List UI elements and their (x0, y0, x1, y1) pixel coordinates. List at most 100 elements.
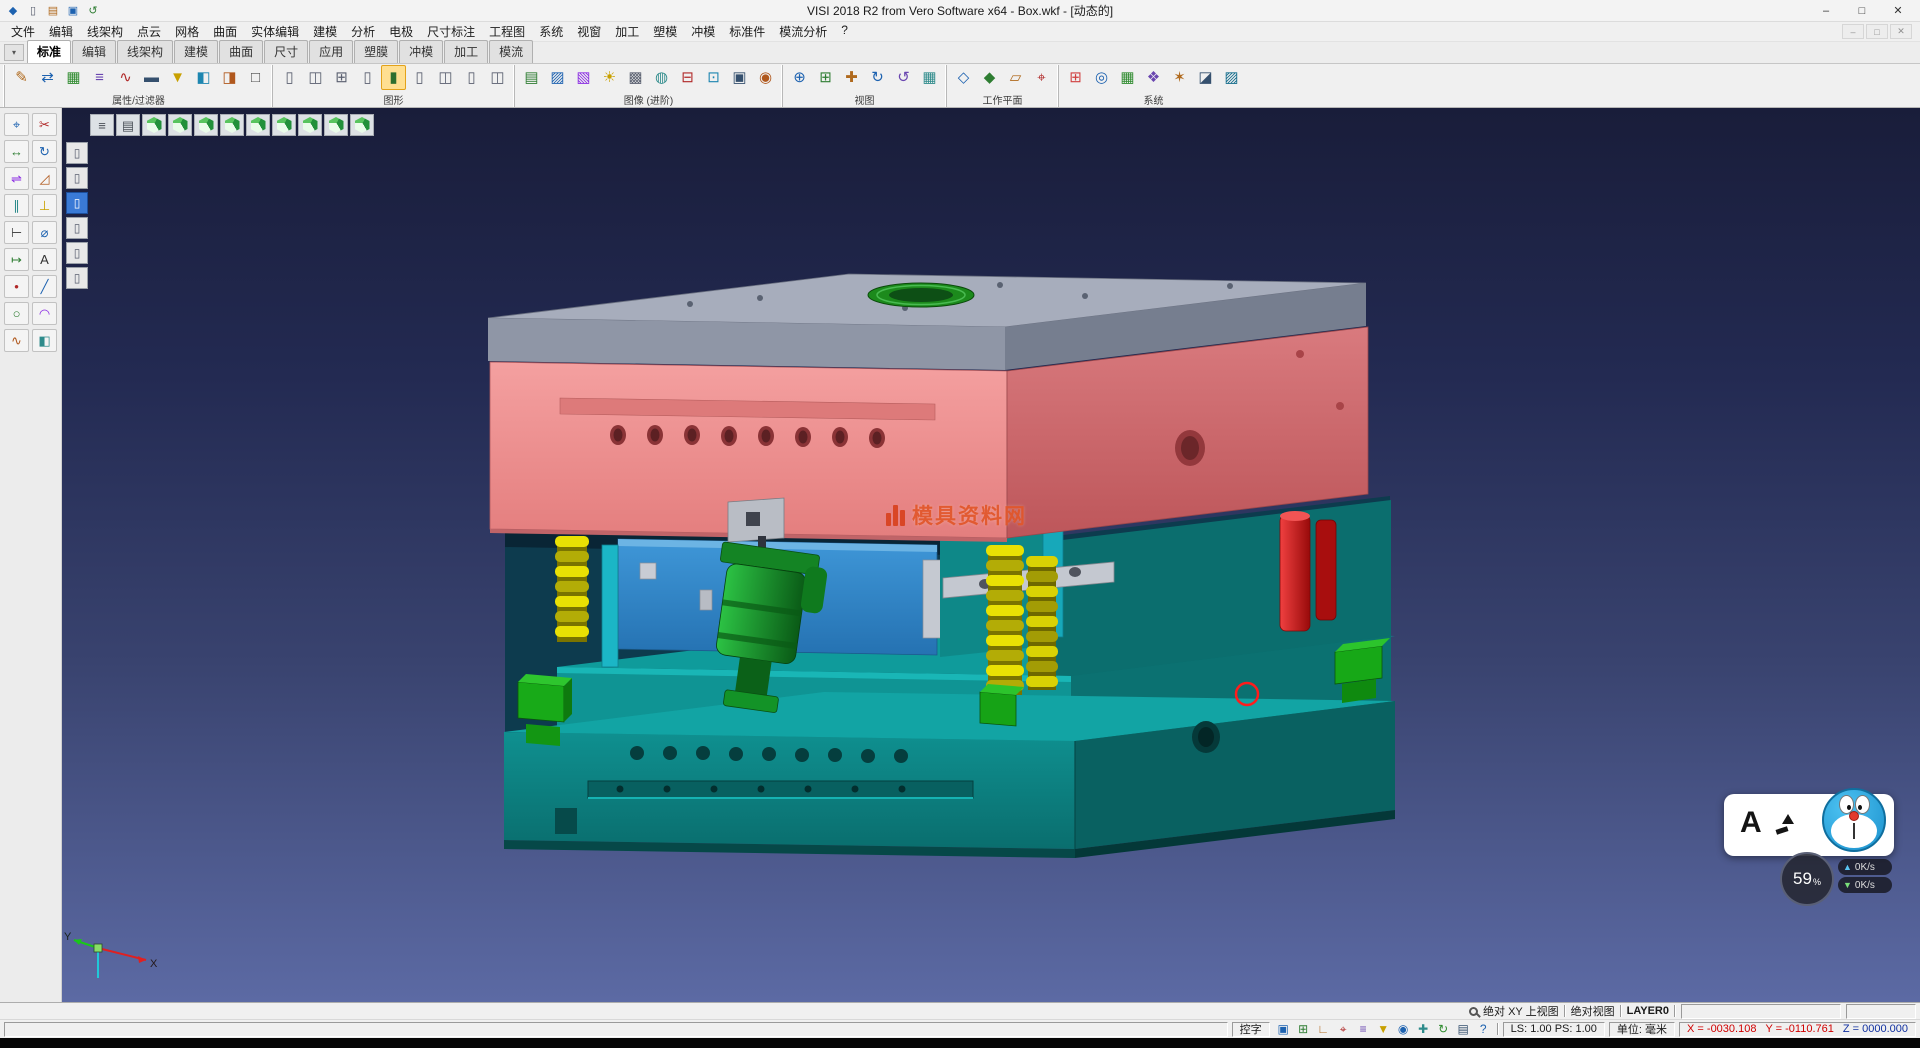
view-right-icon[interactable] (272, 114, 296, 136)
taskbar[interactable] (0, 1038, 1920, 1048)
menu-wireframe[interactable]: 线架构 (80, 21, 130, 42)
tab-wireframe[interactable]: 线架构 (117, 40, 173, 63)
tab-mold[interactable]: 塑膜 (354, 40, 398, 63)
extend-icon[interactable]: ⊢ (4, 221, 29, 244)
snapshot-slot-5-icon[interactable]: ▯ (66, 242, 88, 264)
mirror-icon[interactable]: ⇌ (4, 167, 29, 190)
active-layer-label[interactable]: LAYER0 (1627, 1005, 1669, 1017)
mdi-close-button[interactable]: ✕ (1890, 24, 1912, 39)
line-icon[interactable]: ╱ (32, 275, 57, 298)
single-viewport-icon[interactable]: ▯ (277, 65, 302, 90)
four-viewports-icon[interactable]: ⊞ (329, 65, 354, 90)
save-document-icon[interactable]: ▣ (64, 3, 82, 19)
copy-attributes-icon[interactable]: ⇄ (35, 65, 60, 90)
menu-die[interactable]: 冲模 (684, 21, 722, 42)
curve-icon[interactable]: ∿ (4, 329, 29, 352)
ortho-toggle-icon[interactable]: ∟ (1314, 1021, 1333, 1037)
menu-point-cloud[interactable]: 点云 (130, 21, 168, 42)
snapshot-slot-1-icon[interactable]: ▯ (66, 142, 88, 164)
dimension-icon[interactable]: ↦ (4, 248, 29, 271)
quick-filter-icon[interactable]: ▼ (1374, 1021, 1393, 1037)
profiles-icon[interactable]: ◪ (1193, 65, 1218, 90)
scale-icon[interactable]: ◿ (32, 167, 57, 190)
menu-solid-edit[interactable]: 实体编辑 (244, 21, 306, 42)
previous-view-icon[interactable]: ↺ (891, 65, 916, 90)
arc-icon[interactable]: ◠ (32, 302, 57, 325)
environment-icon[interactable]: ◎ (1089, 65, 1114, 90)
mdi-minimize-button[interactable]: – (1842, 24, 1864, 39)
system-colors-icon[interactable]: ⊞ (1063, 65, 1088, 90)
menu-surface[interactable]: 曲面 (206, 21, 244, 42)
zoom-window-icon[interactable]: ⊞ (813, 65, 838, 90)
view-mode-label[interactable]: 绝对视图 (1571, 1003, 1615, 1019)
zoom-all-icon[interactable]: ⊕ (787, 65, 812, 90)
view-trimetric-icon[interactable] (324, 114, 348, 136)
delete-icon[interactable]: ✂ (32, 113, 57, 136)
workplane-xz-icon[interactable]: ◆ (977, 65, 1002, 90)
transparency-icon[interactable]: ◍ (649, 65, 674, 90)
redraw-icon[interactable]: ▯ (355, 65, 380, 90)
view-front-icon[interactable] (194, 114, 218, 136)
menu-mesh[interactable]: 网格 (168, 21, 206, 42)
menu-file[interactable]: 文件 (4, 21, 42, 42)
two-viewports-icon[interactable]: ◫ (303, 65, 328, 90)
app-logo-icon[interactable]: ◆ (4, 3, 22, 19)
snap-point-icon[interactable]: ⌖ (4, 113, 29, 136)
edge-display-icon[interactable]: ▣ (727, 65, 752, 90)
tab-standard[interactable]: 标准 (27, 40, 71, 63)
minimize-button[interactable]: – (1808, 1, 1844, 21)
grid-settings-icon[interactable]: ▦ (1115, 65, 1140, 90)
view-dynamic-icon[interactable] (350, 114, 374, 136)
plugins-icon[interactable]: ✶ (1167, 65, 1192, 90)
wireframe-mode-icon[interactable]: ▯ (407, 65, 432, 90)
tab-machining[interactable]: 加工 (444, 40, 488, 63)
materials-icon[interactable]: ▧ (571, 65, 596, 90)
rotate-view-icon[interactable]: ↻ (865, 65, 890, 90)
surface-icon[interactable]: ◧ (32, 329, 57, 352)
view-back-icon[interactable] (220, 114, 244, 136)
render-quality-icon[interactable]: ▤ (519, 65, 544, 90)
open-document-icon[interactable]: ▤ (44, 3, 62, 19)
tab-edit[interactable]: 编辑 (72, 40, 116, 63)
texture-icon[interactable]: ▨ (545, 65, 570, 90)
close-button[interactable]: ✕ (1880, 1, 1916, 21)
viewport[interactable]: ≡▤ ▯▯▯▯▯▯ Y X 模具资料网 A (0, 108, 1920, 1002)
tracking-toggle-icon[interactable]: ✚ (1414, 1021, 1433, 1037)
clipping-plane-icon[interactable]: ⊡ (701, 65, 726, 90)
menu-electrode[interactable]: 电极 (382, 21, 420, 42)
shadows-icon[interactable]: ▩ (623, 65, 648, 90)
workplane-align-icon[interactable]: ▱ (1003, 65, 1028, 90)
tab-overflow-button[interactable]: ▾ (4, 44, 24, 61)
menu-system[interactable]: 系统 (532, 21, 570, 42)
view-isometric-icon[interactable] (142, 114, 166, 136)
hidden-line-icon[interactable]: ◫ (433, 65, 458, 90)
progress-badge[interactable]: 59% (1780, 852, 1834, 906)
layers-status-icon[interactable]: ▤ (1454, 1021, 1473, 1037)
measure-icon[interactable]: ⌀ (32, 221, 57, 244)
undo-icon[interactable]: ↺ (84, 3, 102, 19)
line-width-icon[interactable]: ▬ (139, 65, 164, 90)
snapshot-slot-4-icon[interactable]: ▯ (66, 217, 88, 239)
solid-filter-icon[interactable]: ◧ (191, 65, 216, 90)
menu-analysis[interactable]: 分析 (344, 21, 382, 42)
refresh-status-icon[interactable]: ↻ (1434, 1021, 1453, 1037)
grid-toggle-icon[interactable]: ⊞ (1294, 1021, 1313, 1037)
maximize-button[interactable]: □ (1844, 1, 1880, 21)
move-icon[interactable]: ↔ (4, 140, 29, 163)
perspective-icon[interactable]: ◉ (753, 65, 778, 90)
rotate-icon[interactable]: ↻ (32, 140, 57, 163)
text-icon[interactable]: A (32, 248, 57, 271)
new-document-icon[interactable]: ▯ (24, 3, 42, 19)
selection-mask-icon[interactable]: □ (243, 65, 268, 90)
view-manager-icon[interactable]: ▦ (917, 65, 942, 90)
search-icon[interactable] (1469, 1007, 1478, 1016)
snapshot-slot-2-icon[interactable]: ▯ (66, 167, 88, 189)
workplane-xy-icon[interactable]: ◇ (951, 65, 976, 90)
tab-modeling[interactable]: 建模 (174, 40, 218, 63)
offset-icon[interactable]: ∥ (4, 194, 29, 217)
dynamic-rotate-icon[interactable]: ▯ (459, 65, 484, 90)
layer-manager-icon[interactable]: ≡ (87, 65, 112, 90)
view-top-icon[interactable] (168, 114, 192, 136)
view-bottom-icon[interactable] (298, 114, 322, 136)
preferences-icon[interactable]: ❖ (1141, 65, 1166, 90)
